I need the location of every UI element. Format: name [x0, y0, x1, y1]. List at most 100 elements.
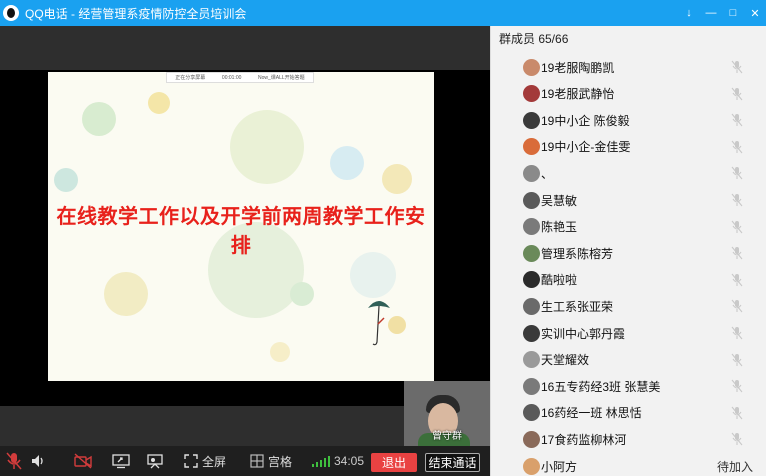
member-row[interactable]: 16五专药经3班 张慧美	[491, 373, 766, 399]
window-controls: ↓ — □ ✕	[678, 0, 766, 26]
member-row[interactable]: 小阿方 待加入	[491, 453, 766, 476]
member-mic-muted-icon	[731, 60, 743, 74]
member-avatar	[523, 58, 540, 76]
member-row[interactable]: 实训中心郭丹霞	[491, 320, 766, 346]
member-row[interactable]: 管理系陈榕芳	[491, 240, 766, 266]
member-mic-muted-icon	[731, 300, 743, 313]
fullscreen-icon	[184, 454, 198, 468]
member-row[interactable]: 19中小企-金佳雯	[491, 134, 766, 160]
speaker-icon	[32, 455, 43, 467]
member-avatar	[523, 164, 540, 182]
signal-strength-icon	[312, 456, 330, 467]
shared-slide: 正在分享屏幕 00:01:00 Now_课ALL开始答题 在线教学工作以及开学前…	[48, 72, 434, 381]
slide-dot	[270, 342, 290, 362]
members-panel: 群成员 65/66 19老服陶鹏凯 19老服武静怡 19中小企 陈俊毅 19中小企-金…	[490, 26, 766, 476]
member-row[interactable]: 19老服武静怡	[491, 81, 766, 107]
fullscreen-label: 全屏	[202, 454, 227, 469]
close-button[interactable]: ✕	[744, 0, 766, 26]
member-row[interactable]: 、	[491, 160, 766, 186]
slide-dot	[148, 92, 170, 114]
member-mic-muted-icon	[731, 406, 743, 420]
slide-dot	[350, 252, 396, 298]
member-row[interactable]: 16药经一班 林思恬	[491, 400, 766, 426]
member-name: 19老服陶鹏凯	[541, 60, 615, 75]
member-mic-muted-icon	[731, 193, 743, 207]
member-mic-muted-icon	[731, 113, 743, 127]
umbrella-illustration	[368, 301, 390, 346]
member-name: 陈艳玉	[541, 220, 578, 235]
speaker-button[interactable]	[30, 446, 46, 476]
member-avatar	[523, 377, 540, 395]
share-status-text: 正在分享屏幕	[175, 75, 206, 81]
member-name: 管理系陈榕芳	[541, 246, 614, 261]
slide-dot	[290, 282, 314, 306]
member-avatar	[523, 218, 540, 236]
share-status-bar: 正在分享屏幕 00:01:00 Now_课ALL开始答题	[166, 72, 314, 83]
member-avatar	[523, 271, 540, 289]
slide-dot	[82, 102, 116, 136]
self-video-name: 曾守群	[432, 431, 462, 442]
title-bar: QQ电话 - 经营管理系疫情防控全员培训会 ↓ — □ ✕	[0, 0, 766, 26]
slide-dot	[104, 272, 148, 316]
member-avatar	[523, 138, 540, 156]
camera-off-button[interactable]	[74, 446, 92, 476]
members-count-header: 群成员 65/66	[499, 32, 569, 46]
member-name: 16药经一班 林思恬	[541, 406, 642, 421]
member-avatar	[523, 191, 540, 209]
share-screen-button[interactable]	[112, 446, 130, 476]
member-status: 待加入	[717, 459, 754, 474]
member-row[interactable]: 19中小企 陈俊毅	[491, 107, 766, 133]
member-row[interactable]: 酷啦啦	[491, 267, 766, 293]
member-mic-muted-icon	[731, 379, 743, 393]
member-avatar	[523, 457, 540, 475]
qq-logo-icon	[3, 5, 19, 21]
member-mic-muted-icon	[731, 167, 743, 180]
mic-muted-button[interactable]	[6, 446, 22, 476]
whiteboard-button[interactable]	[146, 446, 164, 476]
member-name: 16五专药经3班 张慧美	[541, 379, 661, 394]
slide-heading: 在线教学工作以及开学前两周教学工作安排	[56, 206, 426, 257]
member-mic-muted-icon	[731, 87, 743, 100]
member-name: 吴慧敏	[541, 193, 578, 208]
share-screen-icon	[112, 454, 130, 469]
presentation-icon	[147, 454, 163, 469]
member-name: 17食药监柳林河	[541, 432, 627, 447]
minimize-button[interactable]: —	[700, 0, 722, 26]
exit-button[interactable]: 退出	[371, 453, 417, 472]
member-row[interactable]: 19老服陶鹏凯	[491, 54, 766, 80]
pin-icon[interactable]: ↓	[678, 0, 700, 26]
grid-view-label: 宫格	[268, 454, 293, 469]
member-row[interactable]: 陈艳玉	[491, 214, 766, 240]
call-timer: 34:05	[334, 454, 365, 468]
member-row[interactable]: 天堂耀效	[491, 347, 766, 373]
camera-off-icon	[74, 453, 92, 469]
grid-view-button[interactable]: 宫格	[250, 446, 292, 476]
member-name: 19中小企-金佳雯	[541, 140, 631, 155]
member-mic-muted-icon	[731, 353, 743, 366]
member-name: 19中小企 陈俊毅	[541, 113, 630, 128]
end-call-button[interactable]: 结束通话	[425, 453, 480, 472]
maximize-button[interactable]: □	[722, 0, 744, 26]
member-avatar	[523, 244, 540, 262]
member-avatar	[523, 430, 540, 448]
member-name: 酷啦啦	[541, 273, 578, 288]
slide-dot	[230, 110, 304, 184]
member-avatar	[523, 351, 540, 369]
fullscreen-button[interactable]: 全屏	[184, 446, 226, 476]
self-video-thumbnail[interactable]: 曾守群	[404, 381, 490, 446]
slide-dot	[330, 146, 364, 180]
signal-indicator: 34:05	[312, 446, 364, 476]
call-toolbar: 全屏 宫格 34:05 退出 结束通话	[0, 446, 490, 476]
member-name: 天堂耀效	[541, 353, 590, 368]
member-name: 19老服武静怡	[541, 87, 615, 102]
member-avatar	[523, 111, 540, 129]
member-row[interactable]: 17食药监柳林河	[491, 426, 766, 452]
member-name: 实训中心郭丹霞	[541, 326, 626, 341]
window-title: QQ电话 - 经营管理系疫情防控全员培训会	[25, 6, 247, 21]
member-row[interactable]: 吴慧敏	[491, 187, 766, 213]
member-name: 生工系张亚荣	[541, 299, 614, 314]
member-row[interactable]: 生工系张亚荣	[491, 293, 766, 319]
member-name: 小阿方	[541, 459, 578, 474]
member-mic-muted-icon	[731, 220, 743, 233]
member-mic-muted-icon	[731, 140, 743, 154]
